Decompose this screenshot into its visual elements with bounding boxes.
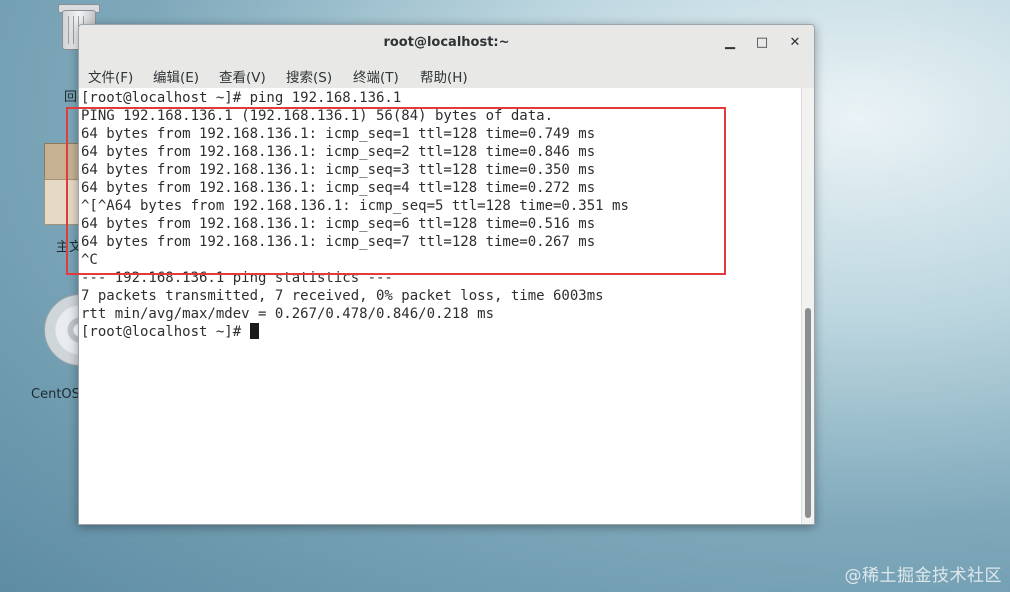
menu-search[interactable]: 搜索(S) [286, 66, 332, 86]
menu-bar: 文件(F) 编辑(E) 查看(V) 搜索(S) 终端(T) 帮助(H) [79, 62, 814, 89]
terminal-prompt: [root@localhost ~]# [81, 324, 250, 340]
menu-help[interactable]: 帮助(H) [420, 66, 468, 86]
terminal-line: rtt min/avg/max/mdev = 0.267/0.478/0.846… [81, 306, 495, 322]
close-button[interactable]: ✕ [786, 34, 804, 52]
dvd-label: CentOS [31, 387, 80, 402]
terminal-prompt-line: [root@localhost ~]# [81, 323, 259, 341]
title-bar[interactable]: root@localhost:~ ▁ □ ✕ [79, 25, 814, 63]
menu-view[interactable]: 查看(V) [219, 66, 266, 86]
terminal-line: 7 packets transmitted, 7 received, 0% pa… [81, 288, 604, 304]
scrollbar-thumb[interactable] [805, 308, 811, 518]
text-cursor [249, 323, 259, 339]
highlight-box [66, 107, 726, 275]
terminal-line: [root@localhost ~]# ping 192.168.136.1 [81, 90, 402, 106]
menu-edit[interactable]: 编辑(E) [153, 66, 199, 86]
maximize-button[interactable]: □ [753, 34, 771, 52]
window-title: root@localhost:~ [383, 35, 510, 50]
watermark: @稀土掘金技术社区 [844, 566, 1002, 586]
scrollbar[interactable] [801, 88, 814, 524]
trash-label: 回 [64, 90, 78, 105]
menu-file[interactable]: 文件(F) [88, 66, 133, 86]
menu-terminal[interactable]: 终端(T) [353, 66, 399, 86]
minimize-button[interactable]: ▁ [721, 34, 739, 52]
